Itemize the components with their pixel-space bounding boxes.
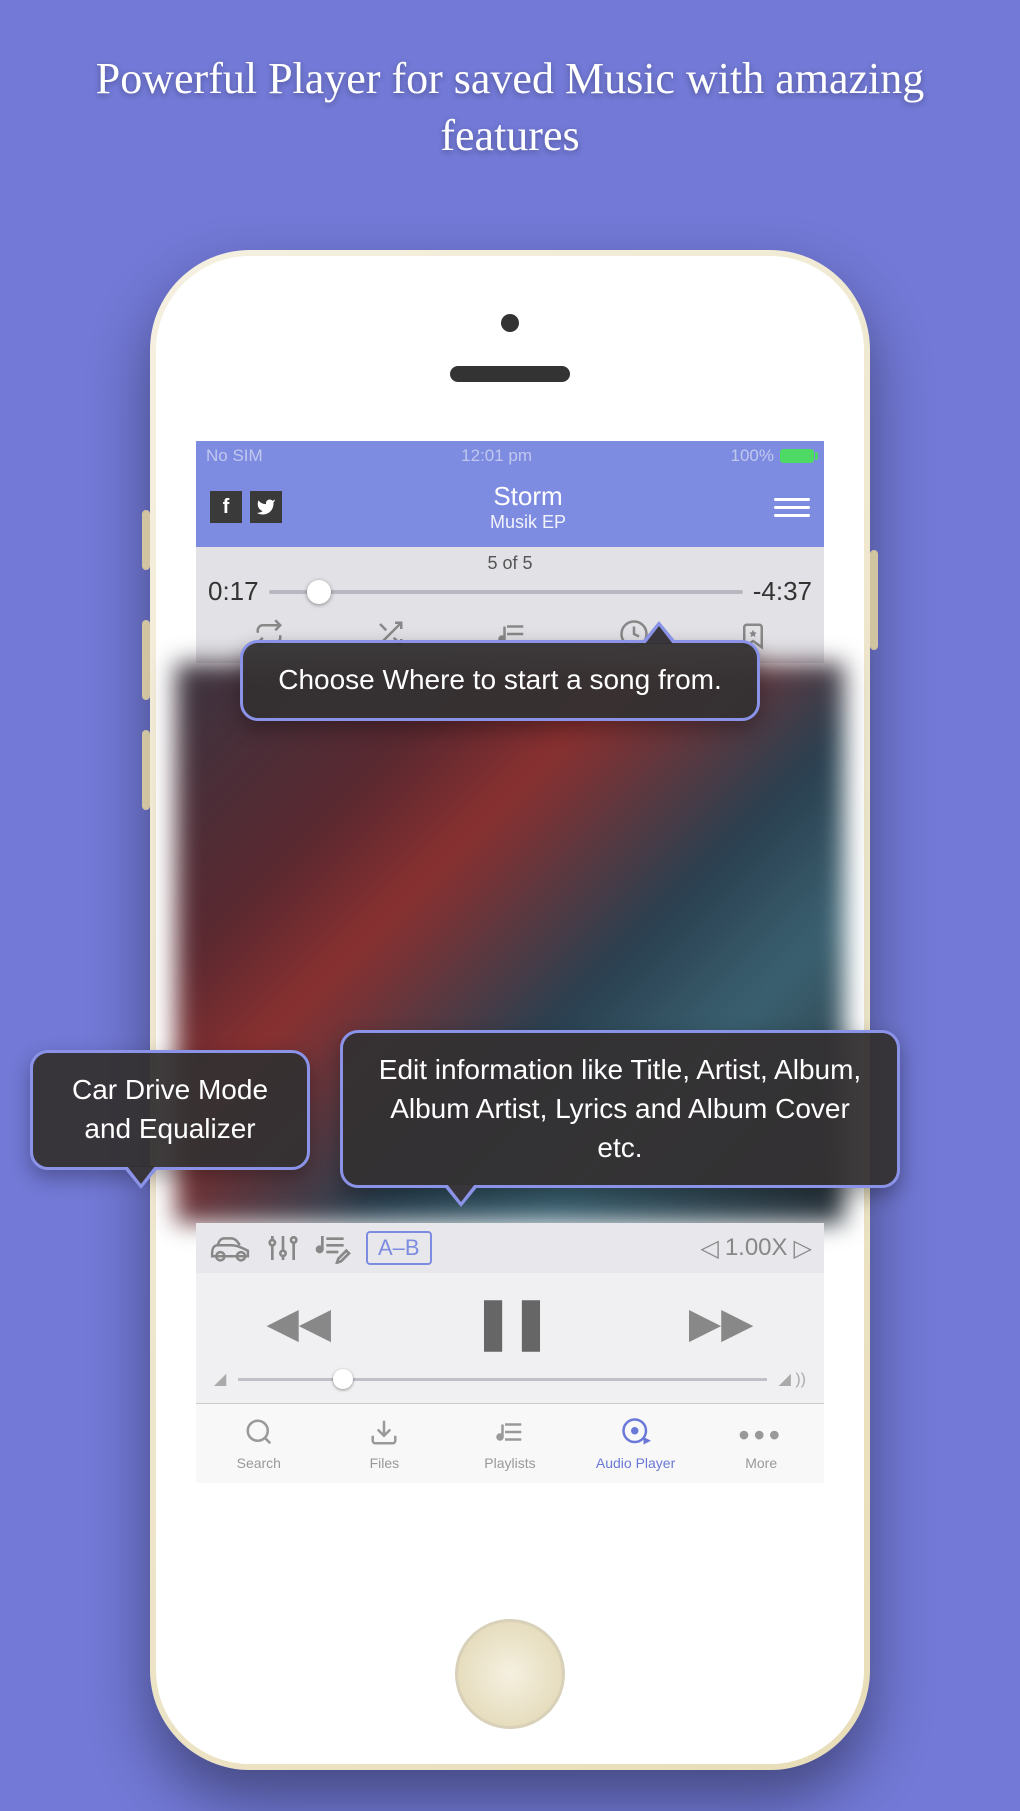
volume-low-icon: ◢ [214, 1369, 226, 1389]
tab-label: Playlists [484, 1455, 535, 1471]
secondary-toolbar: A–B ◁1.00X▷ [196, 1223, 824, 1273]
tab-label: Files [370, 1455, 400, 1471]
search-icon [244, 1417, 274, 1453]
more-icon: ••• [738, 1417, 784, 1453]
list-icon[interactable] [774, 493, 810, 522]
forward-button[interactable]: ▶▶ [689, 1298, 754, 1347]
tab-bar: Search Files Playlists Audio Player ••• … [196, 1403, 824, 1483]
playback-controls: ◀◀ ❚❚ ▶▶ [196, 1273, 824, 1363]
tab-label: Audio Player [596, 1455, 675, 1471]
player-header: f Storm Musik EP [196, 471, 824, 547]
carrier-label: No SIM [206, 446, 263, 466]
tab-files[interactable]: Files [322, 1404, 448, 1483]
battery-icon [780, 449, 814, 463]
tab-label: Search [237, 1455, 281, 1471]
battery-label: 100% [731, 446, 774, 466]
edit-info-icon[interactable] [314, 1232, 352, 1264]
track-title: Storm [490, 481, 566, 512]
time-elapsed: 0:17 [208, 576, 259, 607]
home-button[interactable] [455, 1619, 565, 1729]
ab-repeat-button[interactable]: A–B [366, 1231, 432, 1265]
marketing-headline: Powerful Player for saved Music with ama… [0, 0, 1020, 194]
status-bar: No SIM 12:01 pm 100% [196, 441, 824, 471]
clock-label: 12:01 pm [461, 446, 532, 466]
car-mode-icon[interactable] [208, 1233, 252, 1263]
progress-slider[interactable] [269, 590, 743, 594]
speed-control[interactable]: ◁1.00X▷ [700, 1234, 812, 1263]
app-screen: No SIM 12:01 pm 100% f Storm Musik EP [196, 441, 824, 1574]
tab-search[interactable]: Search [196, 1404, 322, 1483]
download-icon [369, 1417, 399, 1453]
tab-audio-player[interactable]: Audio Player [573, 1404, 699, 1483]
playlist-icon [495, 1417, 525, 1453]
facebook-icon[interactable]: f [210, 491, 242, 523]
tab-label: More [745, 1455, 777, 1471]
track-count: 5 of 5 [208, 553, 812, 574]
volume-row: ◢ ◢ )) [196, 1363, 824, 1403]
callout-edit-info: Edit information like Title, Artist, Alb… [340, 1030, 900, 1188]
phone-frame: No SIM 12:01 pm 100% f Storm Musik EP [150, 250, 870, 1770]
volume-slider[interactable] [238, 1378, 766, 1381]
tab-more[interactable]: ••• More [698, 1404, 824, 1483]
callout-start-position: Choose Where to start a song from. [240, 640, 760, 721]
rewind-button[interactable]: ◀◀ [266, 1298, 331, 1347]
volume-high-icon: ◢ )) [779, 1369, 806, 1389]
album-title: Musik EP [490, 512, 566, 533]
equalizer-icon[interactable] [266, 1232, 300, 1264]
pause-button[interactable]: ❚❚ [472, 1293, 548, 1351]
callout-car-eq: Car Drive Mode and Equalizer [30, 1050, 310, 1170]
tab-playlists[interactable]: Playlists [447, 1404, 573, 1483]
disc-play-icon [621, 1417, 651, 1453]
twitter-icon[interactable] [250, 491, 282, 523]
time-remaining: -4:37 [753, 576, 812, 607]
